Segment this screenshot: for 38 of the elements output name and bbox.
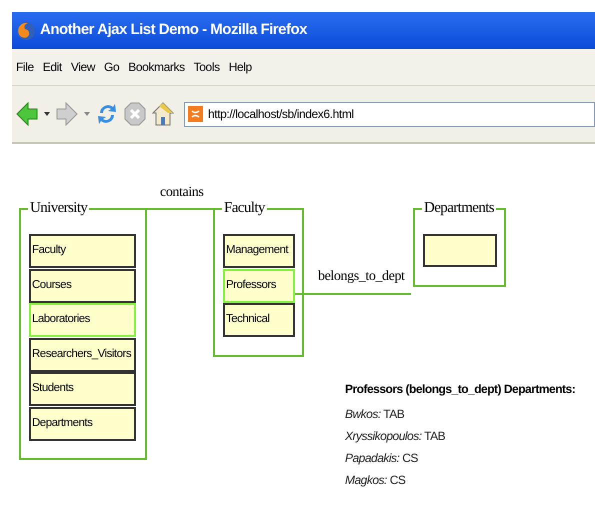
result-heading: Professors (belongs_to_dept) Departments:: [345, 381, 576, 398]
menu-item[interactable]: File: [16, 58, 34, 76]
panel-title: Departments: [422, 200, 496, 216]
list-item[interactable]: Departments: [29, 406, 136, 440]
address-text: http://localhost/sb/index6.html: [208, 106, 354, 123]
empty-list-slot[interactable]: [423, 234, 497, 267]
menu-item[interactable]: Tools: [194, 58, 220, 76]
menu-item[interactable]: Help: [228, 58, 252, 76]
menu-item[interactable]: Go: [104, 58, 120, 76]
result-entry: Magkos: CS: [345, 472, 406, 489]
result-entry: Bwkos: TAB: [345, 406, 404, 423]
panel-title: Faculty: [222, 200, 267, 216]
result-entry: Papadakis: CS: [345, 450, 418, 467]
forward-arrow-icon[interactable]: [56, 101, 78, 127]
back-arrow-icon[interactable]: [16, 101, 38, 127]
site-favicon-icon: [188, 106, 203, 122]
result-entry: Xryssikopoulos: TAB: [345, 428, 446, 445]
menu-item[interactable]: Edit: [42, 58, 62, 76]
stop-icon[interactable]: [124, 102, 146, 126]
address-bar[interactable]: http://localhost/sb/index6.html: [184, 102, 595, 126]
caret-icon[interactable]: [44, 112, 50, 116]
list-item[interactable]: Technical: [223, 303, 295, 337]
list-item[interactable]: Researchers_Visitors: [29, 338, 136, 372]
menu-item[interactable]: View: [70, 58, 96, 76]
list-item[interactable]: Laboratories: [29, 303, 136, 337]
browser-logo-icon: [16, 20, 36, 40]
home-icon[interactable]: [152, 101, 174, 127]
window-title: Another Ajax List Demo - Mozilla Firefox: [40, 20, 307, 40]
connector-line: [147, 208, 213, 210]
relation-label: contains: [160, 184, 204, 202]
panel-title: University: [28, 200, 90, 216]
relation-label: belongs_to_dept: [318, 268, 405, 286]
list-item[interactable]: Courses: [29, 268, 136, 302]
list-item[interactable]: Professors: [223, 268, 295, 302]
list-item[interactable]: Faculty: [29, 234, 136, 268]
list-item[interactable]: Students: [29, 372, 136, 406]
menu-item[interactable]: Bookmarks: [128, 58, 185, 76]
list-item[interactable]: Management: [223, 234, 295, 268]
